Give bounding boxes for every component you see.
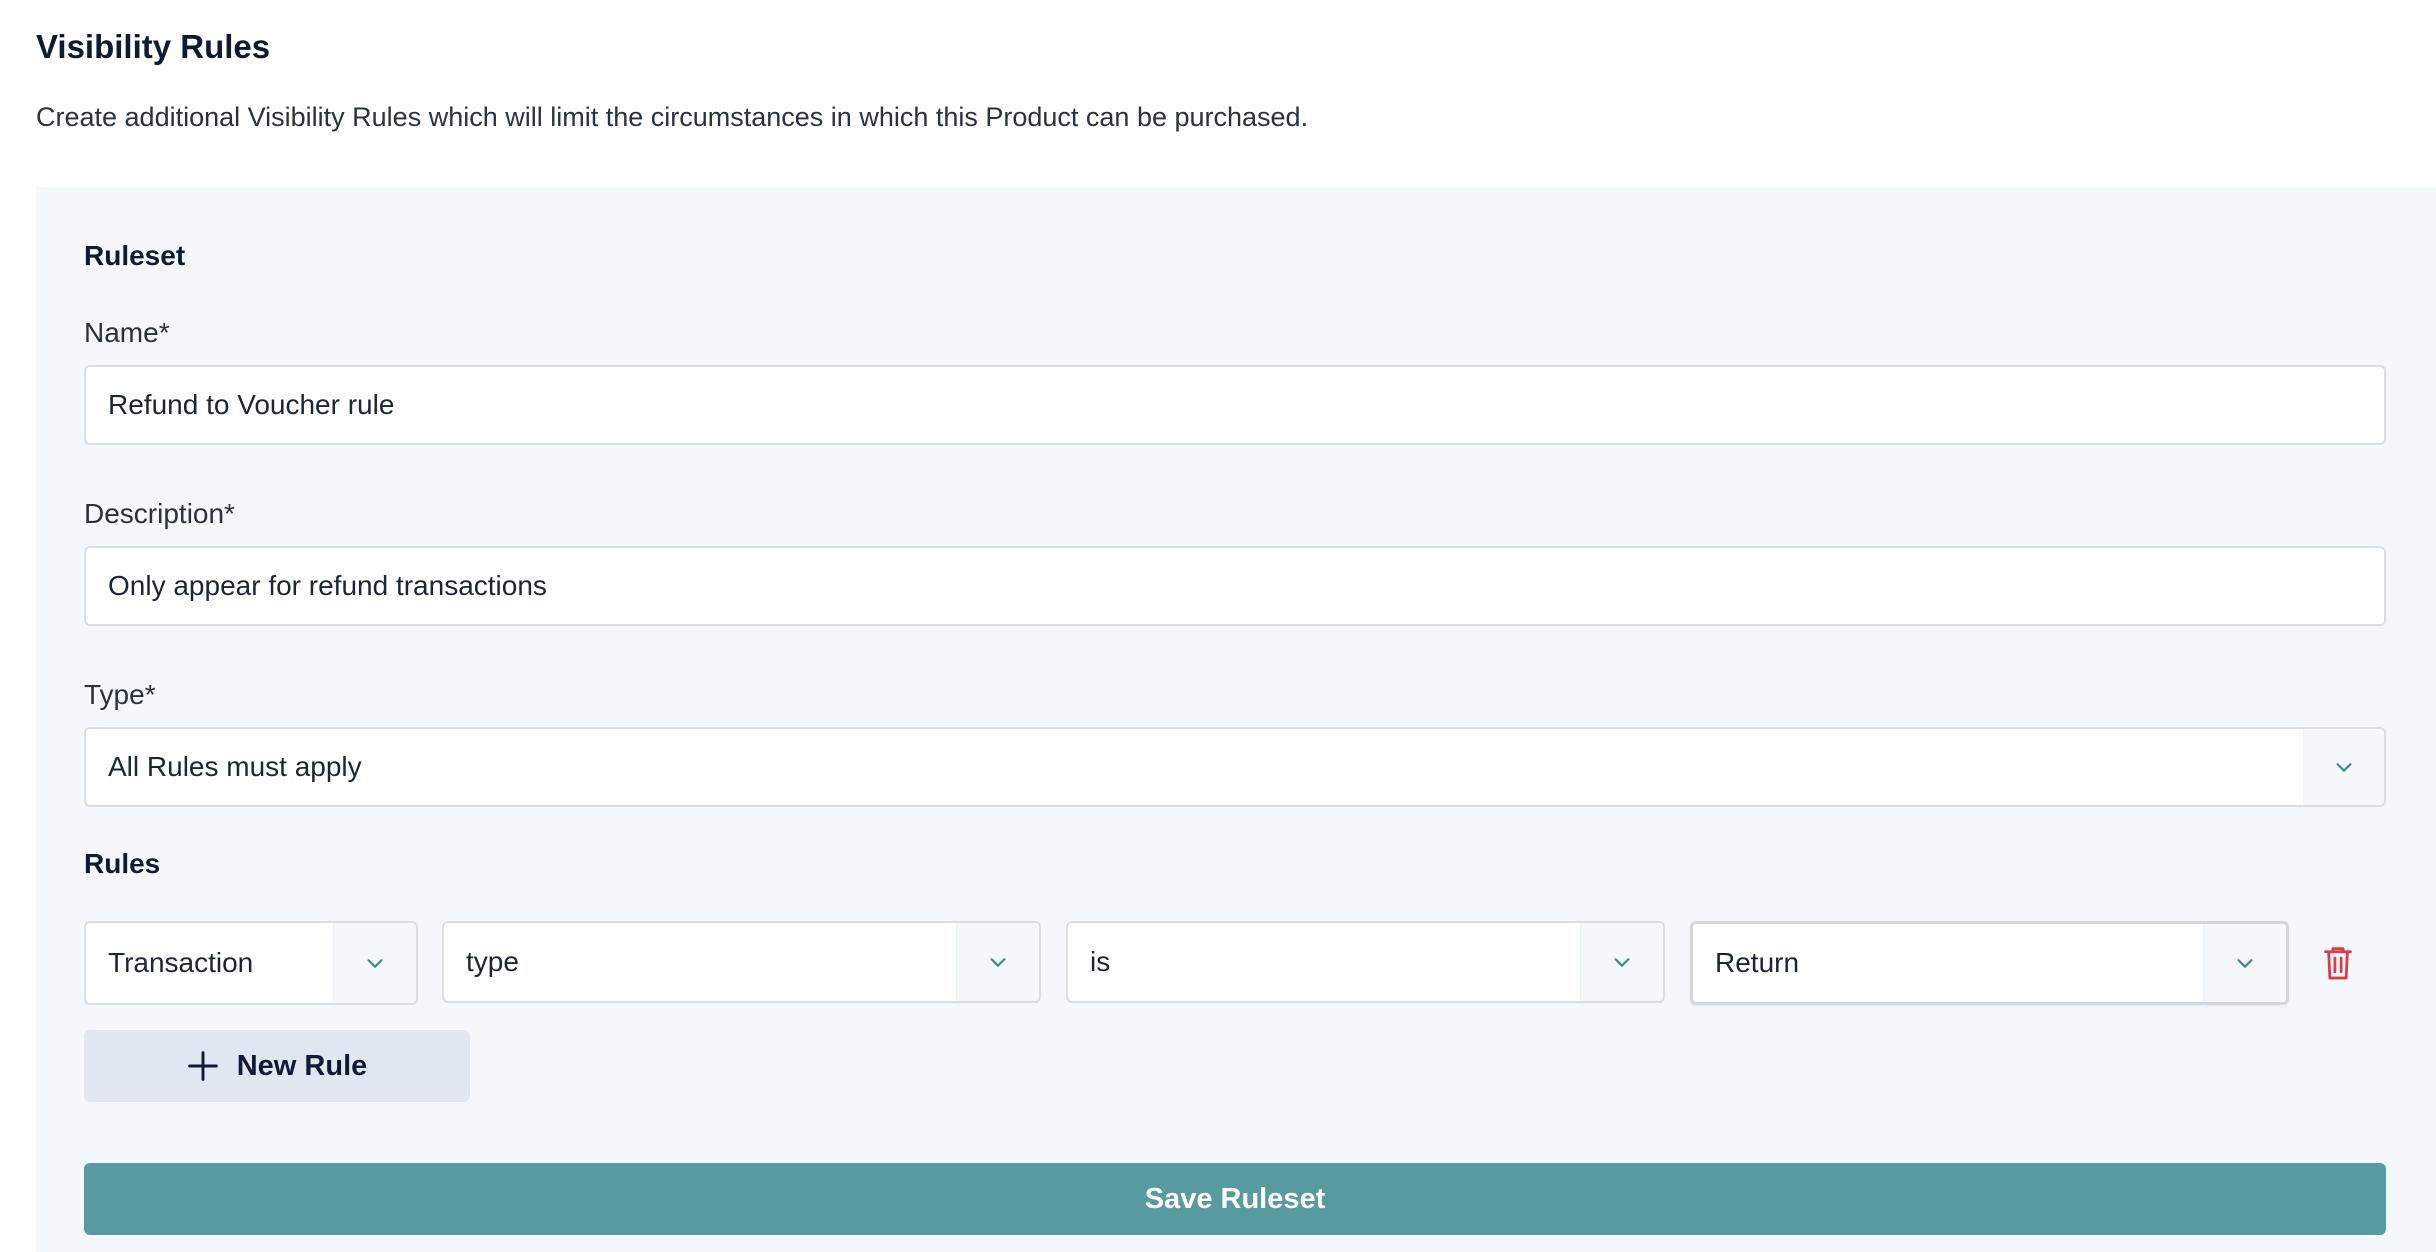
- page-title: Visibility Rules: [36, 28, 271, 65]
- ruleset-section-title: Ruleset: [84, 240, 186, 271]
- rule-property-select[interactable]: type: [442, 921, 1041, 1003]
- plus-icon: [187, 1051, 218, 1081]
- save-ruleset-label: Save Ruleset: [1144, 1182, 1326, 1215]
- name-label: Name*: [84, 317, 170, 348]
- chevron-down-icon: [333, 923, 416, 1003]
- type-select-value: All Rules must apply: [108, 751, 362, 782]
- name-input[interactable]: [84, 365, 2386, 445]
- rule-operator-select[interactable]: is: [1066, 921, 1665, 1003]
- rule-subject-value: Transaction: [108, 947, 254, 978]
- description-label: Description*: [84, 498, 235, 529]
- type-label: Type*: [84, 679, 156, 710]
- chevron-down-icon: [956, 923, 1039, 1001]
- description-input[interactable]: [84, 546, 2386, 626]
- rule-value-select[interactable]: Return: [1690, 921, 2289, 1005]
- save-ruleset-button[interactable]: Save Ruleset: [84, 1163, 2386, 1235]
- rules-section-title: Rules: [84, 848, 161, 879]
- chevron-down-icon: [1580, 923, 1663, 1001]
- new-rule-button[interactable]: New Rule: [84, 1030, 470, 1102]
- delete-rule-button[interactable]: [2318, 940, 2358, 986]
- type-select[interactable]: All Rules must apply: [84, 727, 2386, 807]
- rule-property-value: type: [466, 946, 519, 977]
- rule-value-value: Return: [1715, 947, 1800, 978]
- page-description: Create additional Visibility Rules which…: [36, 102, 1309, 132]
- chevron-down-icon: [2303, 729, 2384, 805]
- rule-subject-select[interactable]: Transaction: [84, 921, 418, 1005]
- trash-icon: [2324, 947, 2352, 980]
- new-rule-label: New Rule: [236, 1049, 368, 1082]
- rule-operator-value: is: [1090, 946, 1111, 977]
- chevron-down-icon: [2203, 924, 2286, 1002]
